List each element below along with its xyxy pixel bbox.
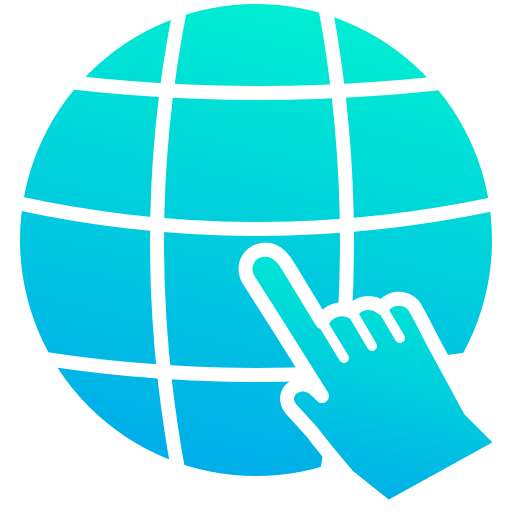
- globe-click-icon: [20, 4, 511, 512]
- icon-canvas: [0, 0, 512, 512]
